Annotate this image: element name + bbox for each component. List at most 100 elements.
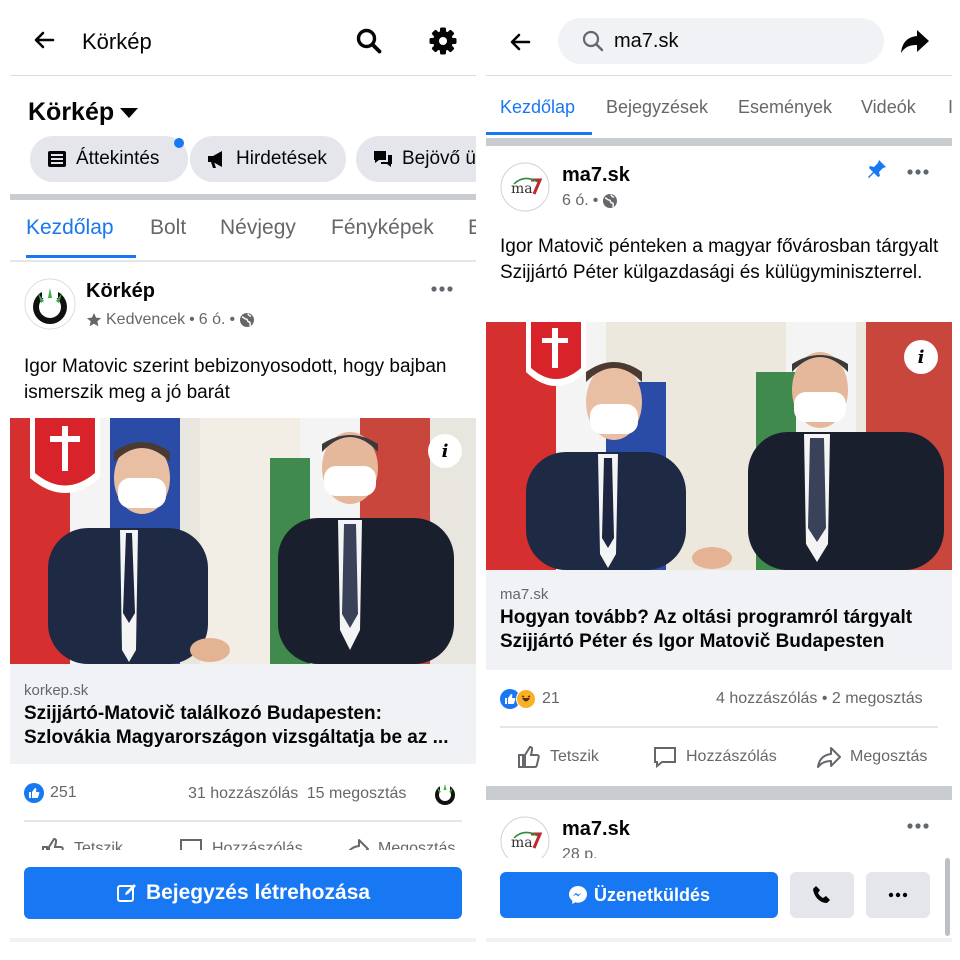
link-domain: ma7.sk <box>500 586 549 603</box>
divider <box>500 726 938 728</box>
notification-dot <box>174 138 184 148</box>
post-time[interactable]: 6 ó. <box>562 192 589 210</box>
tab-home[interactable]: Kezdőlap <box>26 216 114 240</box>
edit-icon <box>116 884 136 902</box>
caret-down-icon <box>120 108 139 119</box>
post-text: Igor Matovic szerint bebizonyosodott, ho… <box>24 356 447 403</box>
divider <box>10 260 476 262</box>
chat-icon <box>374 151 392 167</box>
search-icon[interactable] <box>354 26 384 56</box>
link-preview[interactable]: ma7.sk Hogyan tovább? Az oltási programr… <box>486 570 952 670</box>
pin-icon <box>868 160 886 178</box>
search-input[interactable] <box>614 28 854 54</box>
share-button[interactable]: Megosztás <box>816 744 927 770</box>
comment-share-counts[interactable]: 31 hozzászólás 15 megosztás <box>188 785 406 803</box>
megaphone-icon <box>208 151 222 168</box>
tab-events[interactable]: Események <box>738 97 832 118</box>
page-name-switcher[interactable]: Körkép <box>28 98 139 127</box>
share-forward-icon[interactable] <box>900 26 930 56</box>
more-options-icon[interactable] <box>906 168 930 176</box>
reaction-count: 21 <box>542 690 560 707</box>
link-domain: korkep.sk <box>24 682 89 699</box>
create-post-button[interactable]: Bejegyzés létrehozása <box>24 867 462 919</box>
favorites-label: Kedvencek <box>106 311 186 328</box>
avatar[interactable] <box>24 278 76 330</box>
bottom-action-bar: Bejegyzés létrehozása <box>10 850 476 960</box>
bottom-action-bar: Üzenetküldés <box>486 858 952 960</box>
info-icon[interactable]: i <box>428 434 462 468</box>
page-avatar-icon[interactable] <box>430 778 460 808</box>
gear-icon[interactable] <box>428 26 458 56</box>
post-photo[interactable]: i <box>486 322 952 570</box>
search-box[interactable] <box>558 18 884 64</box>
tab-posts[interactable]: Bejegyzések <box>606 97 708 118</box>
post-author[interactable]: ma7.sk <box>562 164 630 187</box>
top-bar <box>486 0 952 76</box>
link-title: Hogyan tovább? Az oltási programról tárg… <box>500 607 913 652</box>
divider <box>24 820 462 822</box>
like-reaction-icon <box>24 783 44 803</box>
handshake-photo <box>10 418 476 664</box>
reaction-summary[interactable]: 251 <box>24 783 77 803</box>
tab-more[interactable]: I <box>948 97 952 118</box>
post-author[interactable]: Körkép <box>86 280 155 303</box>
tab-home[interactable]: Kezdőlap <box>500 97 575 118</box>
divider <box>10 938 476 942</box>
inbox-chip[interactable]: Bejövő ü <box>356 136 476 182</box>
more-options-icon[interactable] <box>906 822 930 830</box>
next-post-author[interactable]: ma7.sk <box>562 818 630 841</box>
messenger-icon <box>568 886 587 904</box>
scrollbar[interactable] <box>945 858 950 936</box>
reaction-summary[interactable]: 21 <box>500 689 560 709</box>
post-photo[interactable]: i <box>10 418 476 664</box>
ma7-logo-icon: ma <box>500 162 550 212</box>
link-title: Szijjártó-Matovič találkozó Budapesten: … <box>24 703 449 748</box>
call-button[interactable] <box>790 872 854 918</box>
message-button[interactable]: Üzenetküldés <box>500 872 778 918</box>
tab-photos[interactable]: Fényképek <box>331 216 434 240</box>
divider <box>486 938 952 942</box>
thumbs-up-icon <box>518 745 540 768</box>
tab-about[interactable]: Névjegy <box>220 216 296 240</box>
like-button[interactable]: Tetszik <box>516 744 599 770</box>
post-meta: 6 ó. • <box>562 192 618 210</box>
share-count[interactable]: 15 megosztás <box>307 785 407 802</box>
avatar[interactable]: ma <box>500 162 550 212</box>
post-meta: Kedvencek • 6 ó. • <box>86 311 255 329</box>
ads-chip[interactable]: Hirdetések <box>190 136 346 182</box>
search-icon <box>582 30 604 52</box>
tab-videos[interactable]: Videók <box>861 97 916 118</box>
comment-count[interactable]: 31 hozzászólás <box>188 785 298 802</box>
more-button[interactable] <box>866 872 930 918</box>
more-options-icon[interactable] <box>430 285 454 293</box>
back-arrow-icon[interactable] <box>508 30 532 54</box>
phone-icon <box>813 886 830 903</box>
more-options-icon <box>888 892 908 898</box>
overview-chip[interactable]: Áttekintés <box>30 136 188 182</box>
share-arrow-icon <box>817 747 841 768</box>
post-time[interactable]: 6 ó. <box>199 311 226 329</box>
divider <box>10 194 476 200</box>
comment-button[interactable]: Hozzászólás <box>652 744 777 770</box>
link-preview[interactable]: korkep.sk Szijjártó-Matovič találkozó Bu… <box>10 664 476 764</box>
comment-icon <box>654 747 676 769</box>
active-tab-indicator <box>26 255 136 258</box>
haha-reaction-icon <box>516 689 536 709</box>
tab-events[interactable]: E <box>468 216 476 240</box>
left-screen: Körkép Körkép Áttekintés Hirdetések Bejö… <box>10 0 476 960</box>
divider <box>486 138 952 146</box>
back-arrow-icon[interactable] <box>32 28 56 52</box>
globe-icon <box>603 194 618 208</box>
globe-icon <box>240 313 255 327</box>
info-icon[interactable]: i <box>904 340 938 374</box>
post-text: Igor Matovič pénteken a magyar fővárosba… <box>500 236 939 283</box>
active-tab-indicator <box>486 132 592 135</box>
tab-shop[interactable]: Bolt <box>150 216 186 240</box>
handshake-photo <box>486 322 952 570</box>
divider <box>486 786 952 800</box>
reaction-count: 251 <box>50 784 77 801</box>
top-bar: Körkép <box>10 0 476 76</box>
comment-share-counts[interactable]: 4 hozzászólás • 2 megosztás <box>716 690 923 708</box>
dashboard-icon <box>48 151 66 167</box>
korkep-logo-icon <box>24 278 76 330</box>
